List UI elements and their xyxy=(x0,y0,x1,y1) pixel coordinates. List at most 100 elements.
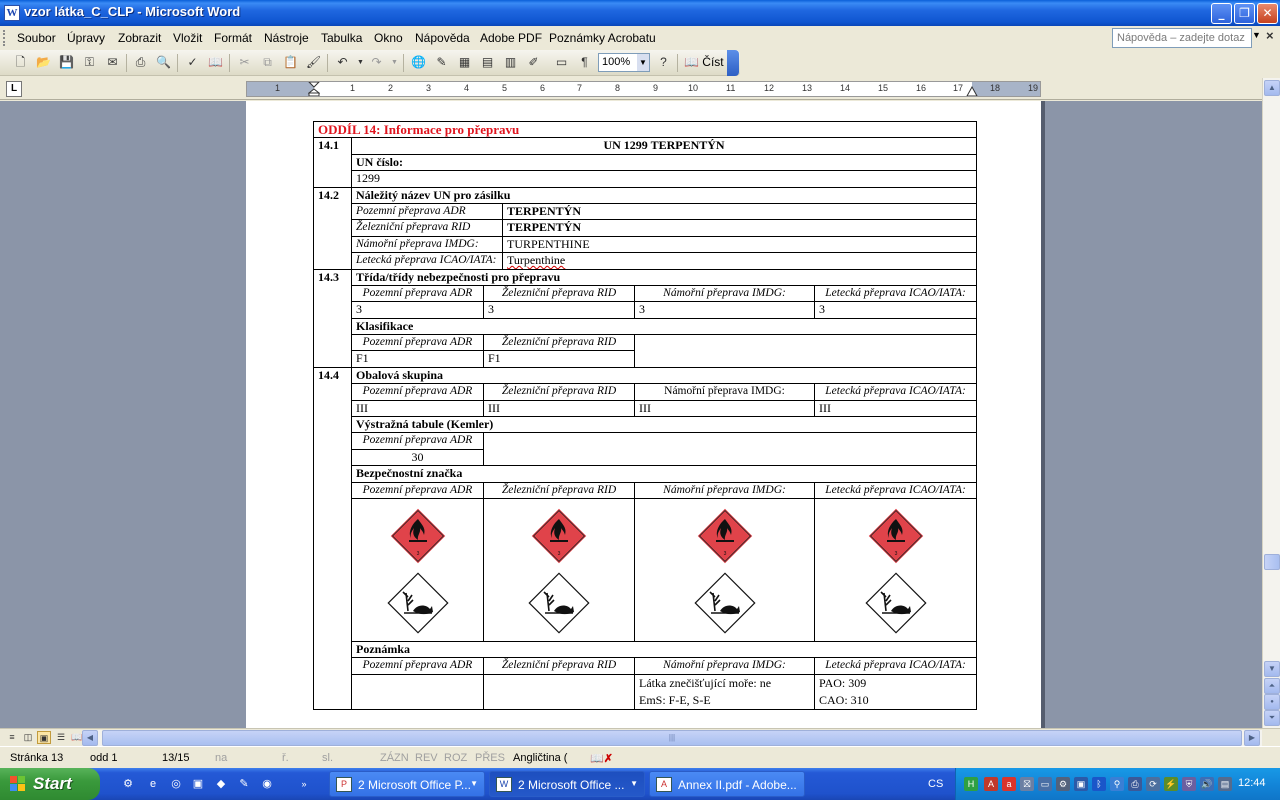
tray-printer-icon[interactable]: ⎙ xyxy=(1128,777,1142,791)
classification-adr[interactable]: F1 xyxy=(351,350,484,368)
note-adr[interactable] xyxy=(351,673,484,710)
word-app-icon[interactable]: W xyxy=(4,5,20,21)
scroll-down-icon[interactable]: ▼ xyxy=(1264,661,1280,677)
document-close-icon[interactable]: × xyxy=(1266,28,1274,43)
undo-icon[interactable]: ↶ xyxy=(334,54,351,71)
quicklaunch-player-icon[interactable]: ◉ xyxy=(259,776,275,792)
mode-header-icao[interactable]: Letecká přeprava ICAO/IATA: xyxy=(813,284,978,303)
zoom-dropdown-icon[interactable]: ▼ xyxy=(637,54,649,71)
web-view-icon[interactable]: ◫ xyxy=(21,731,35,744)
tray-power-icon[interactable]: ⚡ xyxy=(1164,777,1178,791)
quicklaunch-media-icon[interactable]: ✎ xyxy=(236,776,252,792)
task-word[interactable]: W 2 Microsoft Office ... ▼ xyxy=(489,771,645,797)
section-number-14-1[interactable]: 14.1 xyxy=(313,137,352,188)
tray-volume-icon[interactable]: 🔊 xyxy=(1200,777,1214,791)
menu-adobe-pdf[interactable]: Adobe PDF xyxy=(480,31,542,45)
pao-note[interactable]: PAO: 309 xyxy=(819,675,972,692)
restore-button[interactable]: ❐ xyxy=(1234,3,1255,24)
menu-format[interactable]: Formát xyxy=(214,31,252,45)
drawing-icon[interactable]: ✐ xyxy=(525,54,542,71)
browse-object-icon[interactable]: ● xyxy=(1264,694,1280,710)
classification-rid[interactable]: F1 xyxy=(483,350,635,368)
cut-icon[interactable]: ✂ xyxy=(236,54,253,71)
packing-group-heading[interactable]: Obalová skupina xyxy=(350,366,978,385)
mode-header-rid[interactable]: Železniční přeprava RID xyxy=(483,657,635,675)
horizontal-scroll-thumb[interactable]: ||| xyxy=(102,730,1242,746)
section-title[interactable]: ODDÍL 14: Informace pro přepravu xyxy=(312,120,978,139)
vertical-scroll-thumb[interactable] xyxy=(1264,554,1280,570)
permission-icon[interactable]: ⚿ xyxy=(81,54,98,71)
tray-sync-icon[interactable]: ⟳ xyxy=(1146,777,1160,791)
classification-heading[interactable]: Klasifikace xyxy=(350,317,978,336)
status-record-macro[interactable]: ZÁZN xyxy=(380,752,409,764)
shipping-name-value[interactable]: TURPENTHINE xyxy=(501,235,978,254)
mode-header-adr[interactable]: Pozemní přeprava ADR xyxy=(351,432,484,450)
paste-icon[interactable]: 📋 xyxy=(282,54,299,71)
packing-group-imdg[interactable]: III xyxy=(634,399,815,418)
section-number-14-4[interactable]: 14.4 xyxy=(313,366,352,710)
redo-dropdown-icon[interactable]: ▼ xyxy=(386,54,403,71)
insert-table-icon[interactable]: ▦ xyxy=(456,54,473,71)
redo-icon[interactable]: ↷ xyxy=(368,54,385,71)
mode-header-adr[interactable]: Pozemní přeprava ADR xyxy=(351,481,484,499)
packing-group-rid[interactable]: III xyxy=(483,399,635,418)
tray-monitor-icon[interactable]: ▭ xyxy=(1038,777,1052,791)
scroll-right-icon[interactable]: ▶ xyxy=(1244,730,1260,746)
email-icon[interactable]: ✉ xyxy=(104,54,121,71)
mode-header-adr[interactable]: Pozemní přeprava ADR xyxy=(351,334,484,352)
menu-soubor[interactable]: Soubor xyxy=(17,31,56,45)
mode-header-adr[interactable]: Pozemní přeprava ADR xyxy=(351,284,484,303)
packing-group-adr[interactable]: III xyxy=(351,399,484,418)
tray-app-icon[interactable]: H xyxy=(964,777,978,791)
mode-header-imdg[interactable]: Námořní přeprava IMDG: xyxy=(634,284,815,303)
open-icon[interactable]: 📂 xyxy=(35,54,52,71)
quicklaunch-acrobat-icon[interactable]: ▣ xyxy=(190,776,206,792)
previous-page-icon[interactable]: ⏶ xyxy=(1264,678,1280,694)
mode-header-imdg[interactable]: Námořní přeprava IMDG: xyxy=(634,657,815,675)
undo-dropdown-icon[interactable]: ▼ xyxy=(352,54,369,71)
tray-extra-icon[interactable]: ▤ xyxy=(1218,777,1232,791)
tab-selector-icon[interactable]: L xyxy=(6,81,22,97)
ems-note[interactable]: EmS: F-E, S-E xyxy=(639,692,810,709)
pictogram-cell-icao[interactable]: 3 xyxy=(813,497,978,642)
toolbar-options-icon[interactable] xyxy=(727,50,739,76)
vertical-scrollbar[interactable]: ▲ ▼ ⏶ ● ⏷ xyxy=(1262,78,1280,728)
hazard-class-heading[interactable]: Třída/třídy nebezpečnosti pro přepravu xyxy=(350,268,978,286)
shipping-name-heading[interactable]: Náležitý název UN pro zásilku xyxy=(350,186,978,204)
note-rid[interactable] xyxy=(483,673,635,710)
help-dropdown-icon[interactable]: ▼ xyxy=(1252,30,1261,40)
document-map-icon[interactable]: ▭ xyxy=(553,54,570,71)
shipping-name-value[interactable]: TERPENTÝN xyxy=(501,202,978,221)
hazard-class-imdg[interactable]: 3 xyxy=(634,301,815,319)
menu-tabulka[interactable]: Tabulka xyxy=(321,31,362,45)
section-number-14-2[interactable]: 14.2 xyxy=(313,186,352,270)
quicklaunch-app-icon[interactable]: ◆ xyxy=(213,776,229,792)
pictogram-cell-imdg[interactable]: 3 xyxy=(634,497,815,642)
minimize-button[interactable]: _ xyxy=(1211,3,1232,24)
quicklaunch-explorer-icon[interactable]: ⚙ xyxy=(120,776,136,792)
status-overtype[interactable]: PŘES xyxy=(475,752,505,764)
menu-vlozit[interactable]: Vložit xyxy=(173,31,202,45)
indent-marker-icon[interactable] xyxy=(308,82,320,97)
shipping-name-value[interactable]: TERPENTÝN xyxy=(501,219,978,237)
menu-okno[interactable]: Okno xyxy=(374,31,403,45)
shipping-name-cell[interactable]: Turpenthine xyxy=(501,252,978,270)
un-heading[interactable]: UN 1299 TERPENTÝN xyxy=(350,137,978,155)
marine-pollutant-note[interactable]: Látka znečišťující moře: ne xyxy=(639,675,810,692)
zoom-select[interactable]: 100% ▼ xyxy=(598,53,650,72)
note-imdg-cell[interactable]: Látka znečišťující moře: ne EmS: F-E, S-… xyxy=(634,673,815,710)
cao-note[interactable]: CAO: 310 xyxy=(819,692,972,709)
hyperlink-icon[interactable]: 🌐 xyxy=(410,54,427,71)
next-page-icon[interactable]: ⏷ xyxy=(1264,710,1280,726)
menu-poznamky-acrobatu[interactable]: Poznámky Acrobatu xyxy=(549,31,656,45)
tray-device-icon[interactable]: ⚙ xyxy=(1056,777,1070,791)
help-icon[interactable]: ? xyxy=(655,54,672,71)
packing-group-icao[interactable]: III xyxy=(813,399,978,418)
save-icon[interactable]: 💾 xyxy=(58,54,75,71)
menu-grip[interactable] xyxy=(3,30,6,46)
quicklaunch-ie-icon[interactable]: e xyxy=(145,776,161,792)
transport-mode-label[interactable]: Pozemní přeprava ADR xyxy=(351,202,503,221)
un-number-value[interactable]: 1299 xyxy=(350,170,978,188)
horizontal-ruler[interactable]: 1 1 2 3 4 5 6 7 8 9 10 11 12 13 14 15 16… xyxy=(246,81,1041,97)
quicklaunch-expand-icon[interactable]: » xyxy=(296,776,312,792)
